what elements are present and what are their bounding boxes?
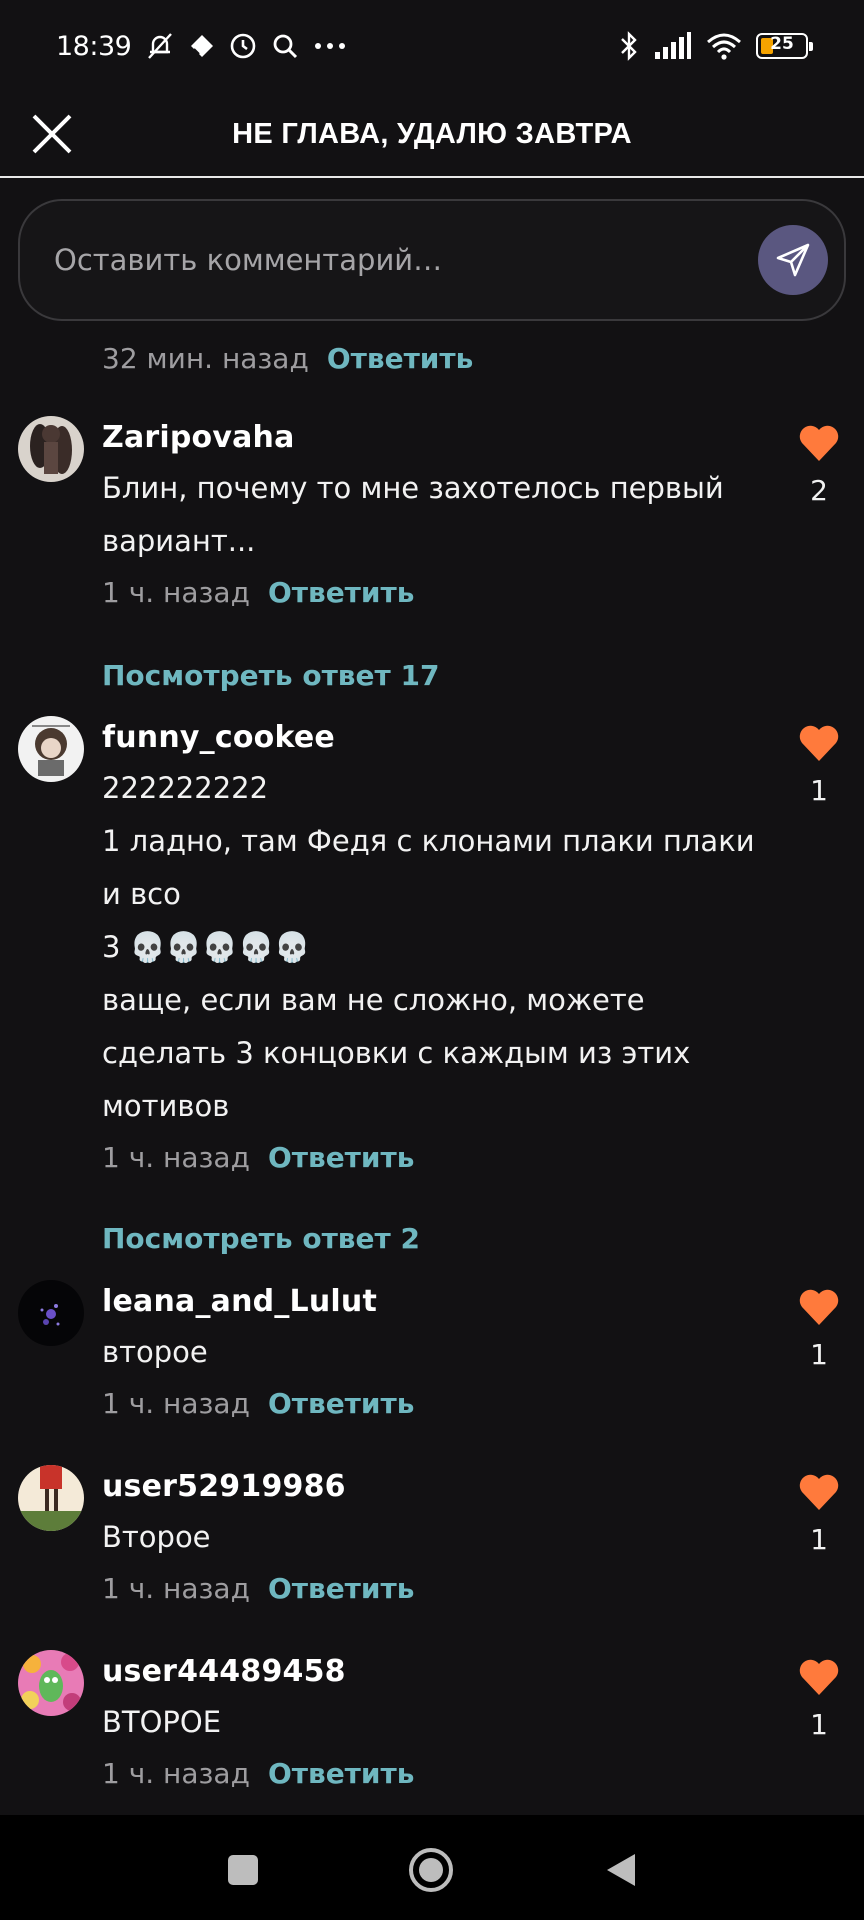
like-button[interactable]: 1 [796,724,842,807]
comment-body: user52919986 Второе 1 ч. назад Ответить [102,1465,762,1605]
previous-comment-meta: 32 мин. назад Ответить [102,342,473,375]
like-count: 1 [810,1708,828,1741]
comment-body: leana_and_Lulut второе 1 ч. назад Ответи… [102,1280,762,1420]
close-icon [32,114,72,154]
back-button[interactable] [596,1845,646,1895]
like-button[interactable]: 1 [796,1658,842,1741]
heart-icon [799,1659,839,1695]
status-right: 25 [618,31,813,61]
comment-text: второе [102,1335,208,1369]
comment-time: 1 ч. назад [102,1141,250,1174]
comment-body: Zaripovaha Блин, почему то мне захотелос… [102,416,762,609]
avatar[interactable] [18,1280,84,1346]
battery-level: 25 [770,34,794,54]
comment-time: 1 ч. назад [102,1572,250,1605]
page-title: НЕ ГЛАВА, УДАЛЮ ЗАВТРА [232,117,632,150]
heart-icon [799,425,839,461]
comment-text: Блин, почему то мне захотелось первый ва… [102,471,724,558]
comment-meta: 1 ч. назад Ответить [102,1757,762,1790]
avatar[interactable] [18,716,84,782]
like-count: 1 [810,774,828,807]
comment-meta: 1 ч. назад Ответить [102,1141,762,1174]
comment-text: 222222222 1 ладно, там Федя с клонами пл… [102,771,755,1123]
like-button[interactable]: 1 [796,1288,842,1371]
comment-text: ВТОРОЕ [102,1705,222,1739]
reply-button[interactable]: Ответить [268,1387,415,1420]
like-count: 1 [810,1338,828,1371]
more-dots-icon [313,31,347,61]
recents-button[interactable] [218,1845,268,1895]
signal-icon [654,31,692,61]
send-button[interactable] [758,225,828,295]
system-nav-bar [0,1815,864,1920]
reply-button[interactable]: Ответить [327,342,474,375]
like-count: 1 [810,1523,828,1556]
comment-body: user44489458 ВТОРОЕ 1 ч. назад Ответить [102,1650,762,1790]
like-button[interactable]: 2 [796,424,842,507]
reply-button[interactable]: Ответить [268,1141,415,1174]
comment-username[interactable]: leana_and_Lulut [102,1280,762,1324]
send-icon [776,243,810,277]
battery-icon: 25 [756,33,813,59]
comment-time: 1 ч. назад [102,576,250,609]
reply-button[interactable]: Ответить [268,1757,415,1790]
status-time: 18:39 [56,30,132,62]
header: НЕ ГЛАВА, УДАЛЮ ЗАВТРА [0,92,864,178]
back-triangle-icon [607,1854,635,1886]
square-icon [228,1855,258,1885]
bluetooth-icon [618,31,640,61]
heart-icon [799,725,839,761]
heart-icon [799,1289,839,1325]
avatar[interactable] [18,416,84,482]
heart-icon [799,1474,839,1510]
clock-icon [229,31,257,61]
like-count: 2 [810,474,828,507]
comment-time: 1 ч. назад [102,1757,250,1790]
like-button[interactable]: 1 [796,1473,842,1556]
view-replies-link[interactable]: Посмотреть ответ 17 [102,659,439,692]
comment-username[interactable]: funny_cookee [102,716,762,760]
home-button[interactable] [406,1845,456,1895]
comment-meta: 1 ч. назад Ответить [102,576,762,609]
comment-username[interactable]: user52919986 [102,1465,762,1509]
status-left: 18:39 [56,31,347,62]
wifi-icon [706,31,742,61]
comment-meta: 1 ч. назад Ответить [102,1387,762,1420]
comment-text: Второе [102,1520,211,1554]
diamond-icon [189,31,215,61]
comment-meta: 1 ч. назад Ответить [102,1572,762,1605]
home-circle-icon [409,1848,453,1892]
status-bar: 18:39 25 [0,0,864,92]
comment-input-box [18,199,846,321]
comment-input[interactable] [54,243,758,277]
muted-bell-icon [145,31,175,61]
comment-username[interactable]: Zaripovaha [102,416,762,460]
reply-button[interactable]: Ответить [268,576,415,609]
comment-time: 32 мин. назад [102,342,309,375]
avatar[interactable] [18,1465,84,1531]
comments-screen: 18:39 25 НЕ ГЛАВА, УДАЛЮ ЗАВТРА Оставить… [0,0,864,1920]
avatar[interactable] [18,1650,84,1716]
comment-username[interactable]: user44489458 [102,1650,762,1694]
view-replies-link[interactable]: Посмотреть ответ 2 [102,1222,420,1255]
search-icon [271,31,299,61]
reply-button[interactable]: Ответить [268,1572,415,1605]
comment-body: funny_cookee 222222222 1 ладно, там Федя… [102,716,762,1174]
comment-time: 1 ч. назад [102,1387,250,1420]
close-button[interactable] [28,110,76,158]
